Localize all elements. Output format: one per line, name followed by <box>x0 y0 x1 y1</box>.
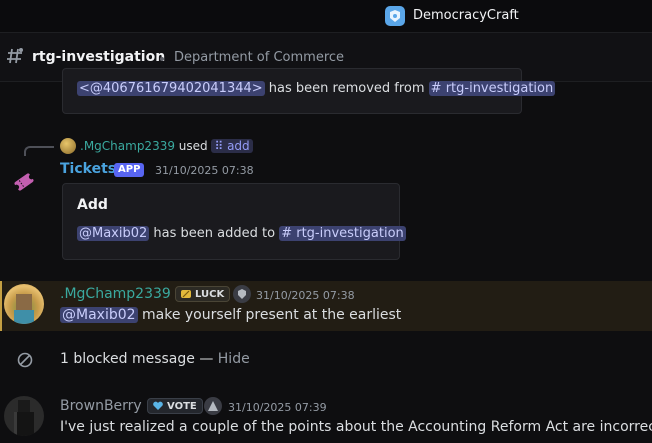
reply-username[interactable]: .MgChamp2339 <box>80 139 175 153</box>
command-icon: ⠿ <box>214 139 228 153</box>
channel-mention[interactable]: # rtg-investigation <box>279 226 406 241</box>
blocked-message-row: 1 blocked message — Hide <box>0 345 652 375</box>
user-mention[interactable]: @Maxib02 <box>60 307 138 323</box>
add-embed-title: Add <box>77 197 108 213</box>
clover-icon <box>181 290 191 298</box>
channel-name: rtg-investigation <box>32 49 166 65</box>
message-timestamp: 31/10/2025 07:38 <box>256 289 355 302</box>
vote-badge-label: VOTE <box>167 400 197 412</box>
add-embed: Add @Maxib02 has been added to # rtg-inv… <box>62 183 406 260</box>
slash-command-chip[interactable]: ⠿ add <box>211 139 253 153</box>
add-embed-text: @Maxib02 has been added to # rtg-investi… <box>77 226 406 241</box>
blocked-icon <box>16 351 34 373</box>
luck-badge-label: LUCK <box>195 288 225 300</box>
channel-hash-icon <box>5 46 25 70</box>
removed-embed: <@406761679402041344> has been removed f… <box>62 68 556 114</box>
avatar[interactable] <box>4 396 44 436</box>
message-content: I've just realized a couple of the point… <box>60 419 652 435</box>
message-timestamp: 31/10/2025 07:39 <box>228 401 327 414</box>
server-logo-icon[interactable] <box>385 6 405 26</box>
app-badge: APP <box>114 163 145 177</box>
role-pyramid-icon[interactable] <box>204 397 222 415</box>
reply-avatar[interactable] <box>60 138 76 154</box>
channel-topic[interactable]: Department of Commerce <box>174 50 344 65</box>
header-separator <box>160 57 164 61</box>
ticket-icon <box>12 171 36 197</box>
message-content: @Maxib02 make yourself present at the ea… <box>60 307 401 323</box>
avatar[interactable] <box>4 284 44 324</box>
user-mention[interactable]: <@406761679402041344> <box>77 81 265 96</box>
reply-line[interactable]: .MgChamp2339 used ⠿ add <box>80 139 253 153</box>
server-name[interactable]: DemocracyCraft <box>413 8 519 23</box>
message-author[interactable]: BrownBerry <box>60 398 142 414</box>
added-text: has been added to <box>149 226 280 241</box>
server-bar: DemocracyCraft <box>0 0 652 32</box>
role-shield-icon[interactable] <box>233 285 251 303</box>
blocked-count: 1 blocked message — <box>60 351 218 367</box>
blocked-message-text: 1 blocked message — Hide <box>60 351 250 367</box>
hide-blocked-button[interactable]: Hide <box>218 351 250 367</box>
tickets-author[interactable]: Tickets <box>60 161 116 177</box>
channel-mention[interactable]: # rtg-investigation <box>428 81 556 96</box>
user-mention[interactable]: @Maxib02 <box>77 226 150 241</box>
removed-text: has been removed from <box>264 81 429 96</box>
reply-connector <box>24 146 54 156</box>
vote-badge[interactable]: VOTE <box>147 398 203 414</box>
message-author[interactable]: .MgChamp2339 <box>60 286 171 302</box>
reply-used-text: used <box>174 139 212 153</box>
tickets-timestamp: 31/10/2025 07:38 <box>155 164 254 177</box>
luck-badge[interactable]: LUCK <box>175 286 231 302</box>
removed-embed-text: <@406761679402041344> has been removed f… <box>77 81 556 96</box>
command-name: add <box>227 139 250 153</box>
message-text: make yourself present at the earliest <box>137 307 402 323</box>
heart-icon <box>153 401 163 410</box>
